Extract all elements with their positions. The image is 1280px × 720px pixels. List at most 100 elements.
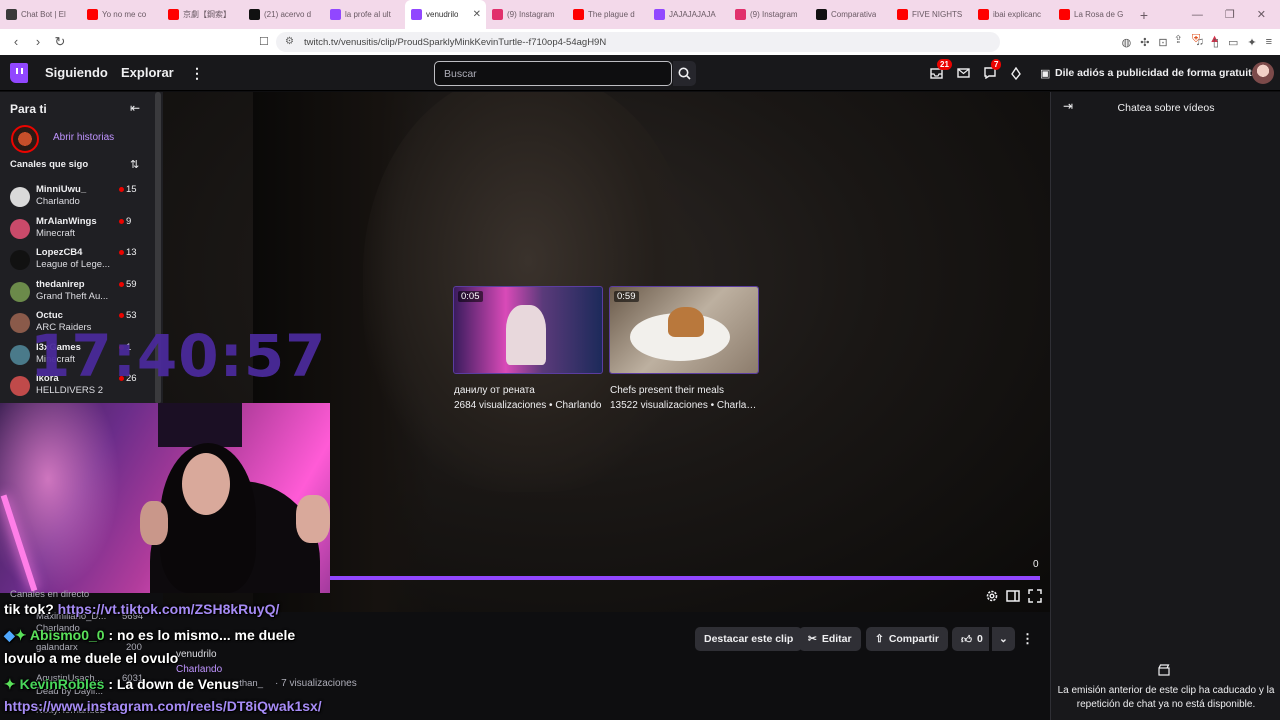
tab-title: Comparativa bbox=[831, 10, 877, 19]
share-button[interactable]: ⇧ Compartir bbox=[866, 627, 948, 651]
browser-tab[interactable]: JAJAJAJAJA bbox=[648, 0, 729, 29]
browser-tab[interactable]: Comparativa bbox=[810, 0, 891, 29]
channel-name: MinniUwu_ bbox=[36, 184, 87, 195]
chevron-down-icon: ⌄ bbox=[999, 633, 1008, 645]
browser-tab[interactable]: ibai explicanc bbox=[972, 0, 1053, 29]
tab-favicon-icon bbox=[1059, 9, 1070, 20]
thumbs-up-icon: 👍︎ bbox=[961, 633, 972, 646]
stories-link[interactable]: Abrir historias bbox=[53, 132, 114, 143]
new-tab-button[interactable]: + bbox=[1134, 7, 1154, 23]
screenshot-icon[interactable]: ⊡ bbox=[1158, 36, 1167, 49]
menu-icon[interactable]: ≡ bbox=[1266, 36, 1272, 48]
close-icon[interactable]: ✕ bbox=[1257, 8, 1266, 21]
window-controls: — ❐ ✕ bbox=[1192, 0, 1280, 29]
ai-icon[interactable]: ✦ bbox=[1247, 36, 1256, 49]
browser-tab[interactable]: la profe al ult bbox=[324, 0, 405, 29]
inbox-button[interactable]: 21 bbox=[929, 59, 952, 80]
inbox-badge: 21 bbox=[937, 59, 952, 70]
sidebar-icon[interactable]: ▯ bbox=[1213, 36, 1219, 49]
overlay-chat-text: lovulo a me duele el ovulo bbox=[4, 650, 179, 666]
reload-icon[interactable]: ↻ bbox=[50, 34, 70, 50]
url-bar[interactable]: ⚙ twitch.tv/venusitis/clip/ProudSparklyM… bbox=[276, 32, 1000, 52]
sparkle-icon: ✦ bbox=[4, 676, 16, 692]
overlay-chat-line: tik tok? https://vt.tiktok.com/ZSH8kRuyQ… bbox=[4, 601, 279, 617]
bits-button[interactable] bbox=[1009, 66, 1023, 80]
browser-toolbar: ‹ › ↻ ☐ ⚙ twitch.tv/venusitis/clip/Proud… bbox=[0, 29, 1280, 55]
user-avatar[interactable] bbox=[1252, 62, 1274, 84]
fullscreen-icon[interactable] bbox=[1028, 589, 1042, 603]
ad-free-icon: ▣ bbox=[1040, 68, 1051, 80]
browser-tab[interactable]: (9) Instagram bbox=[729, 0, 810, 29]
browser-tab[interactable]: venudrilo ✕ bbox=[405, 0, 486, 29]
clip-title: Chefs present their meals bbox=[610, 385, 724, 396]
scissors-icon: ✂ bbox=[808, 633, 817, 645]
back-icon[interactable]: ‹ bbox=[6, 34, 26, 50]
settings-icon[interactable] bbox=[985, 589, 999, 603]
clip-meta: 2684 visualizaciones • Charlando bbox=[454, 400, 602, 411]
close-tab-icon[interactable]: ✕ bbox=[473, 9, 481, 20]
clip-title: данилу от рената bbox=[454, 385, 535, 396]
browser-tab[interactable]: (9) Instagram bbox=[486, 0, 567, 29]
recommended-clip[interactable]: 0:05 данилу от рената 2684 visualizacion… bbox=[453, 286, 603, 411]
collapse-sidebar-icon[interactable]: ⇤ bbox=[130, 101, 140, 115]
forward-icon[interactable]: › bbox=[28, 34, 48, 50]
like-dropdown[interactable]: ⌄ bbox=[992, 627, 1015, 651]
recommended-clip[interactable]: 0:59 Chefs present their meals 13522 vis… bbox=[609, 286, 759, 411]
browser-tab[interactable]: Yo no me co bbox=[81, 0, 162, 29]
like-button[interactable]: 👍︎ 0 bbox=[952, 627, 989, 651]
theatre-mode-icon[interactable] bbox=[1006, 589, 1020, 603]
clip-category[interactable]: Charlando bbox=[176, 664, 222, 675]
followed-channel[interactable]: thedanirep Grand Theft Au... 59 bbox=[10, 279, 158, 309]
puzzle-icon[interactable]: ✣ bbox=[1140, 36, 1149, 49]
followed-channel[interactable]: MrAlanWings Minecraft 9 bbox=[10, 216, 158, 246]
browser-tab[interactable]: The plague d bbox=[567, 0, 648, 29]
tab-title: (9) Instagram bbox=[750, 10, 798, 19]
followed-channel[interactable]: LopezCB4 League of Lege... 13 bbox=[10, 247, 158, 277]
browser-tab[interactable]: 京劇【鋼索】 bbox=[162, 0, 243, 29]
restore-icon[interactable]: ❐ bbox=[1225, 8, 1235, 21]
search-button[interactable] bbox=[673, 61, 696, 86]
channel-avatar bbox=[10, 344, 30, 365]
tab-favicon-icon bbox=[249, 9, 260, 20]
url-text: twitch.tv/venusitis/clip/ProudSparklyMin… bbox=[304, 36, 607, 48]
stream-timer: 17:40:57 bbox=[30, 322, 327, 390]
channel-avatar bbox=[10, 250, 30, 270]
tab-title: La Rosa de G bbox=[1074, 10, 1124, 19]
overlay-chat-link[interactable]: https://vt.tiktok.com/ZSH8kRuyQ/ bbox=[58, 601, 280, 617]
following-link[interactable]: Siguiendo bbox=[45, 65, 108, 80]
whispers-button[interactable]: 7 bbox=[983, 59, 1002, 80]
minimize-icon[interactable]: — bbox=[1192, 9, 1203, 21]
channel-avatar bbox=[10, 376, 30, 396]
browser-tab[interactable]: Chat Bot | El bbox=[0, 0, 81, 29]
channel-name: LopezCB4 bbox=[36, 247, 83, 258]
sort-icon[interactable]: ⇅ bbox=[130, 158, 139, 171]
whispers-badge: 7 bbox=[991, 59, 1002, 70]
twitch-logo-icon[interactable] bbox=[10, 63, 28, 83]
mail-button[interactable] bbox=[956, 66, 970, 80]
overlay-chat-link[interactable]: https://www.instagram.com/reels/DT8iQwak… bbox=[4, 698, 322, 714]
browser-tab[interactable]: La Rosa de G bbox=[1053, 0, 1134, 29]
edit-button[interactable]: ✂ Editar bbox=[799, 627, 861, 651]
bookmark-icon[interactable]: ☐ bbox=[259, 35, 269, 48]
browser-tab[interactable]: (21) acervo d bbox=[243, 0, 324, 29]
extensions-area: ◍ ✣ ⊡ ♫ ▯ ▭ ✦ ≡ bbox=[1122, 29, 1272, 55]
ad-free-link[interactable]: Dile adiós a publicidad de forma gratuit… bbox=[1055, 67, 1257, 79]
channel-name[interactable]: venudrilo bbox=[176, 649, 217, 660]
wallet-icon[interactable]: ▭ bbox=[1228, 36, 1238, 49]
stories-avatar[interactable] bbox=[11, 125, 39, 153]
followed-channel[interactable]: MinniUwu_ Charlando 15 bbox=[10, 184, 158, 214]
explore-link[interactable]: Explorar bbox=[121, 65, 174, 80]
live-dot-icon bbox=[119, 187, 124, 192]
more-options-icon[interactable]: ⋮ bbox=[1021, 631, 1034, 647]
highlight-clip-button[interactable]: Destacar este clip bbox=[695, 627, 803, 651]
channel-name: MrAlanWings bbox=[36, 215, 97, 227]
more-menu-icon[interactable]: ⋮ bbox=[190, 65, 204, 82]
overlay-chat-line: ◆✦ Abismo0_0 : no es lo mismo... me duel… bbox=[4, 627, 295, 644]
channel-avatar bbox=[10, 313, 30, 333]
browser-tab[interactable]: FIVE NIGHTS bbox=[891, 0, 972, 29]
search-input[interactable]: Buscar bbox=[434, 61, 672, 86]
site-info-icon[interactable]: ⚙ bbox=[285, 36, 294, 47]
extension-icon[interactable]: ◍ bbox=[1122, 36, 1132, 49]
share-icon: ⇧ bbox=[875, 633, 884, 645]
music-icon[interactable]: ♫ bbox=[1196, 36, 1204, 48]
